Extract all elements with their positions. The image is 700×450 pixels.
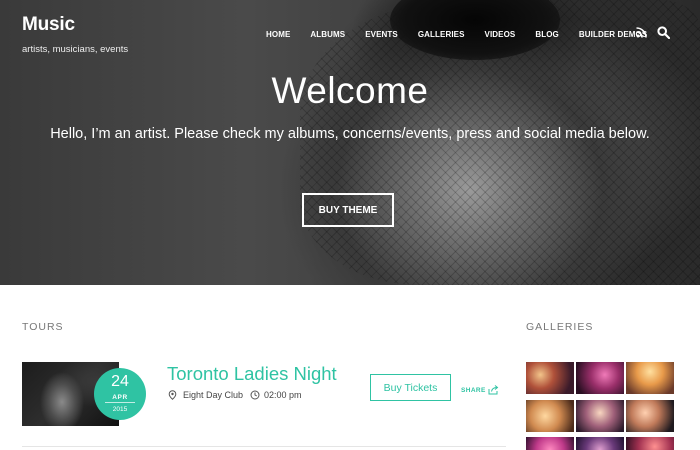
galleries-heading: GALLERIES [526,321,594,333]
gallery-thumbnail[interactable] [576,400,624,432]
gallery-thumbnail[interactable] [576,437,624,450]
gallery-thumbnail[interactable] [626,437,674,450]
hero-title: Welcome [271,70,429,111]
buy-tickets-button[interactable]: Buy Tickets [370,374,451,401]
nav-item-galleries[interactable]: GALLERIES [418,30,465,39]
date-year: 2015 [112,406,128,413]
map-marker-icon [168,390,177,400]
gallery-thumbnail[interactable] [626,400,674,432]
date-day: 24 [111,373,129,390]
clock-icon [250,390,260,400]
share-label[interactable]: SHARE [461,387,486,394]
gallery-thumbnail[interactable] [576,362,624,394]
site-title[interactable]: Music [22,14,75,36]
nav-item-albums[interactable]: ALBUMS [310,30,345,39]
tour-divider [22,446,506,447]
date-month: APR [112,394,128,401]
tour-venue: Eight Day Club [183,390,244,400]
date-divider [105,402,135,403]
main-nav: HOME ALBUMS EVENTS GALLERIES VIDEOS BLOG… [266,28,647,40]
site-tagline: artists, musicians, events [22,44,129,55]
gallery-thumbnail[interactable] [526,400,574,432]
tour-time: 02:00 pm [264,390,302,400]
buy-theme-button[interactable]: BUY THEME [302,193,394,227]
nav-item-videos[interactable]: VIDEOS [485,30,516,39]
hero-subtitle: Hello, I’m an artist. Please check my al… [50,126,650,142]
share-icon[interactable] [488,384,499,395]
search-icon[interactable] [657,26,670,39]
tour-title[interactable]: Toronto Ladies Night [167,363,337,385]
gallery-thumbnail[interactable] [626,362,674,394]
gallery-thumbnail[interactable] [526,362,574,394]
tours-heading: TOURS [22,321,64,333]
date-badge: 24 APR 2015 [94,368,146,420]
rss-icon[interactable] [636,27,647,38]
nav-item-home[interactable]: HOME [266,30,290,39]
hero-banner: Music artists, musicians, events HOME AL… [0,0,700,285]
gallery-thumbnail[interactable] [526,437,574,450]
nav-item-blog[interactable]: BLOG [535,30,559,39]
nav-item-events[interactable]: EVENTS [365,30,398,39]
